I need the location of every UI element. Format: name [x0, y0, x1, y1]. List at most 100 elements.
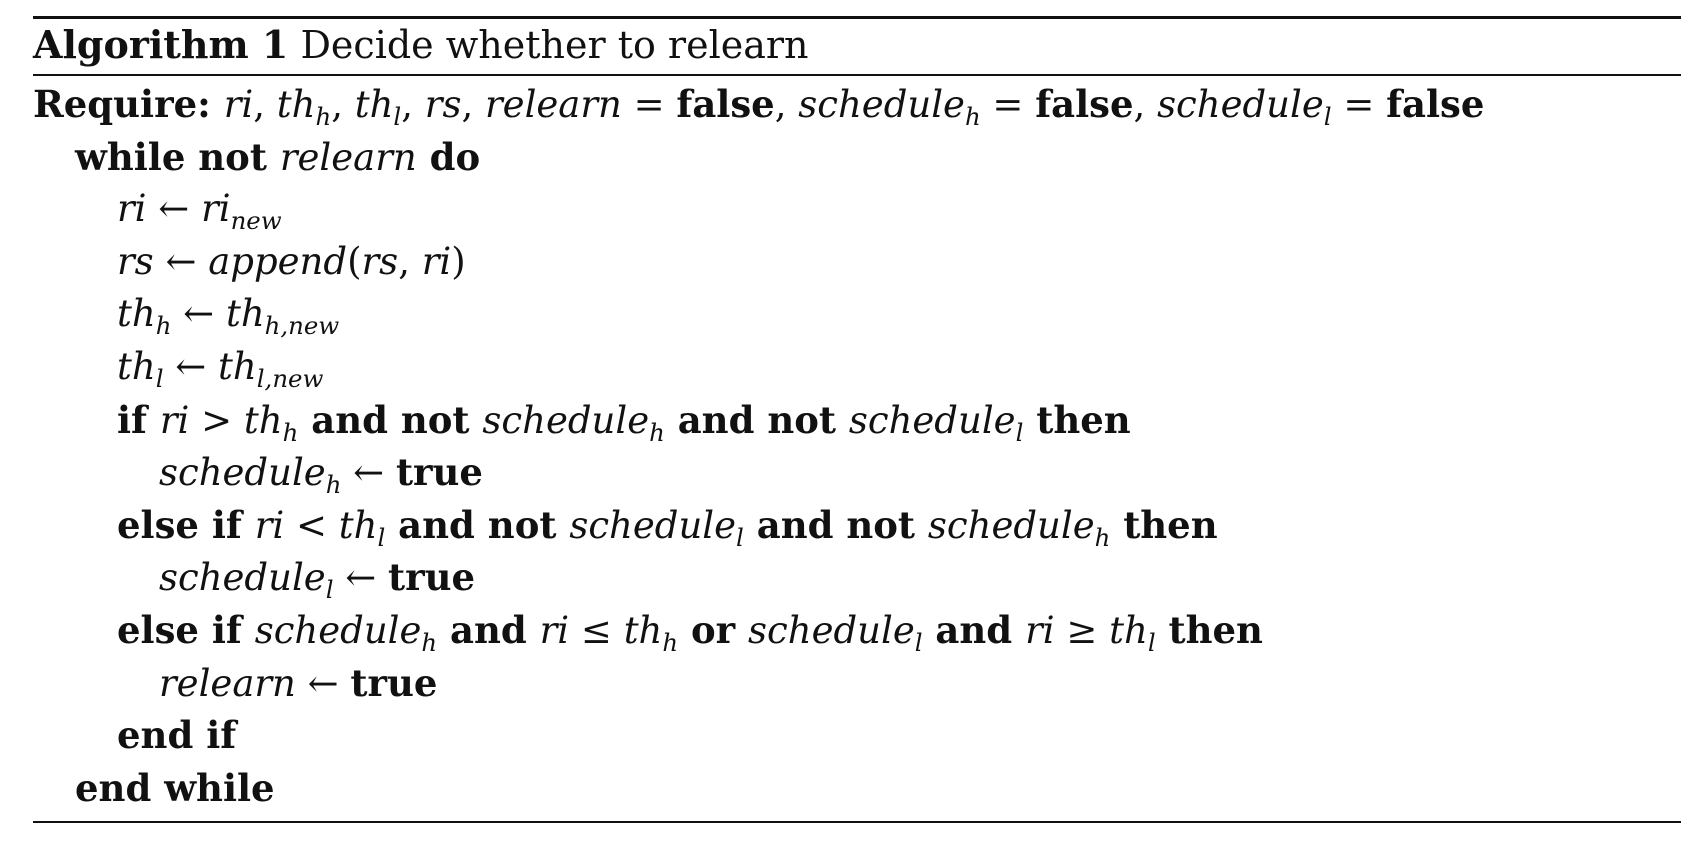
bottom-rule — [33, 821, 1681, 824]
operator: ← — [333, 556, 389, 600]
algorithm-line: relearn ← true — [33, 657, 1681, 710]
operator: ← — [163, 344, 219, 388]
subscript: l — [1147, 627, 1156, 657]
subscript: l — [914, 627, 923, 657]
keyword: end if — [117, 713, 237, 758]
algorithm-caption: Algorithm 1 Decide whether to relearn — [33, 19, 1681, 74]
operator: < — [284, 503, 339, 547]
operator: = — [980, 83, 1036, 126]
variable: th — [117, 344, 156, 388]
operator: , — [461, 83, 485, 126]
subscript: h — [315, 101, 332, 131]
operator: , — [398, 239, 422, 283]
variable: th — [338, 503, 378, 547]
variable: rs — [117, 239, 154, 283]
operator: , — [253, 83, 277, 126]
subscript: h — [1094, 522, 1111, 552]
variable: relearn — [159, 661, 296, 705]
keyword: and not — [385, 502, 570, 547]
subscript: h — [421, 627, 438, 657]
variable: rs — [361, 239, 399, 283]
variable: ri — [159, 398, 190, 442]
variable: ri — [539, 608, 570, 652]
variable: th — [117, 292, 156, 336]
operator: = — [1331, 83, 1387, 126]
subscript: h — [662, 627, 679, 657]
keyword: true — [350, 660, 438, 705]
algorithm-line: thl ← thl,new — [33, 341, 1681, 394]
variable: th — [243, 398, 283, 442]
subscript: l — [325, 575, 334, 605]
algorithm-line: ri ← rinew — [33, 183, 1681, 236]
keyword: and not — [298, 397, 483, 442]
variable: schedule — [254, 608, 422, 652]
variable: append — [208, 239, 348, 283]
operator: > — [189, 398, 244, 442]
keyword: false — [676, 82, 775, 126]
keyword: true — [395, 450, 483, 495]
algorithm-line: thh ← thh,new — [33, 288, 1681, 341]
operator: ≤ — [569, 608, 624, 652]
algorithm-title: Decide whether to relearn — [300, 23, 809, 67]
subscript: h — [155, 311, 172, 341]
operator: ← — [146, 187, 202, 231]
subscript: h — [282, 417, 299, 447]
algorithm-body: Require: ri, thh, thl, rs, relearn = fal… — [33, 76, 1681, 821]
variable: ri — [421, 239, 452, 283]
variable: schedule — [482, 398, 650, 442]
keyword: then — [1110, 502, 1218, 547]
variable: schedule — [159, 556, 326, 600]
keyword: or — [678, 607, 749, 652]
variable: ri — [254, 503, 285, 547]
variable: schedule — [798, 83, 965, 126]
keyword: else if — [117, 502, 255, 547]
variable: th — [276, 83, 316, 126]
algorithm-line: schedulel ← true — [33, 551, 1681, 604]
variable: schedule — [1157, 83, 1324, 126]
keyword: then — [1155, 607, 1263, 652]
variable: th — [218, 344, 257, 388]
algorithm-line: end if — [33, 709, 1681, 762]
variable: th — [225, 292, 265, 336]
subscript: h — [964, 101, 981, 131]
variable: schedule — [927, 503, 1095, 547]
keyword: and not — [664, 397, 849, 442]
subscript: l,new — [256, 363, 324, 393]
algorithm-line: Require: ri, thh, thl, rs, relearn = fal… — [33, 78, 1681, 131]
operator: , — [1133, 83, 1158, 126]
variable: relearn — [279, 135, 417, 179]
algorithm-line: while not relearn do — [33, 131, 1681, 184]
variable: schedule — [748, 608, 915, 652]
operator: ← — [153, 239, 209, 283]
algorithm-line: rs ← append(rs, ri) — [33, 236, 1681, 289]
variable: ri — [201, 187, 231, 231]
algorithm-line: else if ri < thl and not schedulel and n… — [33, 499, 1681, 552]
subscript: h — [649, 417, 665, 447]
operator: = — [621, 83, 677, 126]
subscript: h,new — [264, 311, 340, 341]
operator: , — [774, 83, 799, 126]
variable: ri — [117, 187, 147, 231]
keyword: do — [416, 134, 481, 179]
operator: ← — [295, 661, 351, 705]
variable: ri — [223, 83, 254, 126]
subscript: new — [230, 206, 282, 235]
variable: ri — [1025, 608, 1055, 652]
keyword: else if — [117, 607, 255, 652]
operator: ← — [171, 292, 226, 336]
algorithm-line: if ri > thh and not scheduleh and not sc… — [33, 394, 1681, 447]
algorithm-line: end while — [33, 762, 1681, 815]
variable: th — [1109, 608, 1148, 652]
keyword: false — [1035, 82, 1134, 126]
variable: th — [354, 83, 394, 126]
keyword: and not — [743, 502, 928, 547]
subscript: h — [325, 469, 342, 499]
operator: ( — [347, 239, 362, 283]
subscript: l — [1323, 101, 1332, 131]
keyword: and — [437, 607, 540, 652]
keyword: while not — [75, 134, 280, 179]
keyword: end while — [75, 765, 275, 810]
algorithm-block: Algorithm 1 Decide whether to relearn Re… — [33, 16, 1681, 824]
variable: schedule — [848, 398, 1016, 442]
operator: , — [331, 83, 355, 126]
